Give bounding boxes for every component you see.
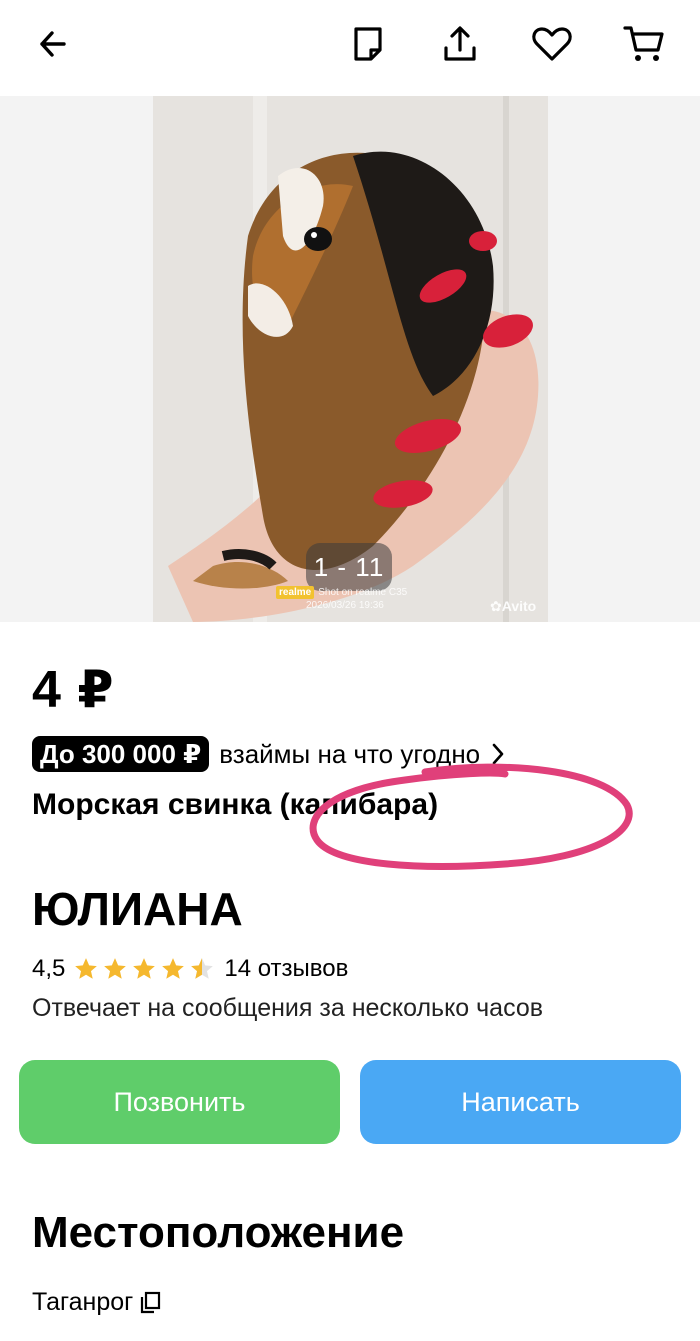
half-star-icon [191,958,214,979]
watermark-text: Shot on realme C35 [318,587,408,598]
back-arrow-icon[interactable] [30,20,78,68]
call-button[interactable]: Позвонить [19,1060,340,1144]
hand-drawn-circle-annotation [309,763,633,870]
location-heading: Местоположение [32,1208,405,1257]
seller-name[interactable]: ЮЛИАНА [32,882,243,936]
watermark-brand: realme [276,586,315,599]
response-time: Отвечает на сообщения за несколько часов [32,994,544,1022]
star-icon [162,958,185,979]
star-icon [75,958,98,979]
heart-icon[interactable] [528,20,576,68]
copy-icon[interactable] [139,1291,161,1315]
photo-gallery[interactable]: 1 - 11 realme Shot on realme C35 2026/03/… [0,96,700,622]
star-icon [104,958,127,979]
location-city: Таганрог [32,1288,134,1316]
location-row: Таганрог [32,1288,161,1317]
share-icon[interactable] [436,20,484,68]
avito-watermark: ✿Avito [490,598,537,614]
review-count[interactable]: 14 отзывов [224,955,348,983]
star-icon [133,958,156,979]
photo-counter: 1 - 11 [306,543,392,591]
price: 4 ₽ [32,661,115,719]
rating-stars [73,956,218,982]
seller-rating[interactable]: 4,5 14 отзывов [32,954,348,984]
note-icon[interactable] [344,20,392,68]
photo-watermark: realme Shot on realme C35 2026/03/26 19:3… [276,586,436,612]
cart-icon[interactable] [620,20,668,68]
message-button[interactable]: Написать [360,1060,681,1144]
top-bar [0,0,700,96]
loan-badge: До 300 000 ₽ [32,736,210,772]
rating-value: 4,5 [32,955,66,982]
watermark-date: 2026/03/26 19:36 [306,600,384,611]
